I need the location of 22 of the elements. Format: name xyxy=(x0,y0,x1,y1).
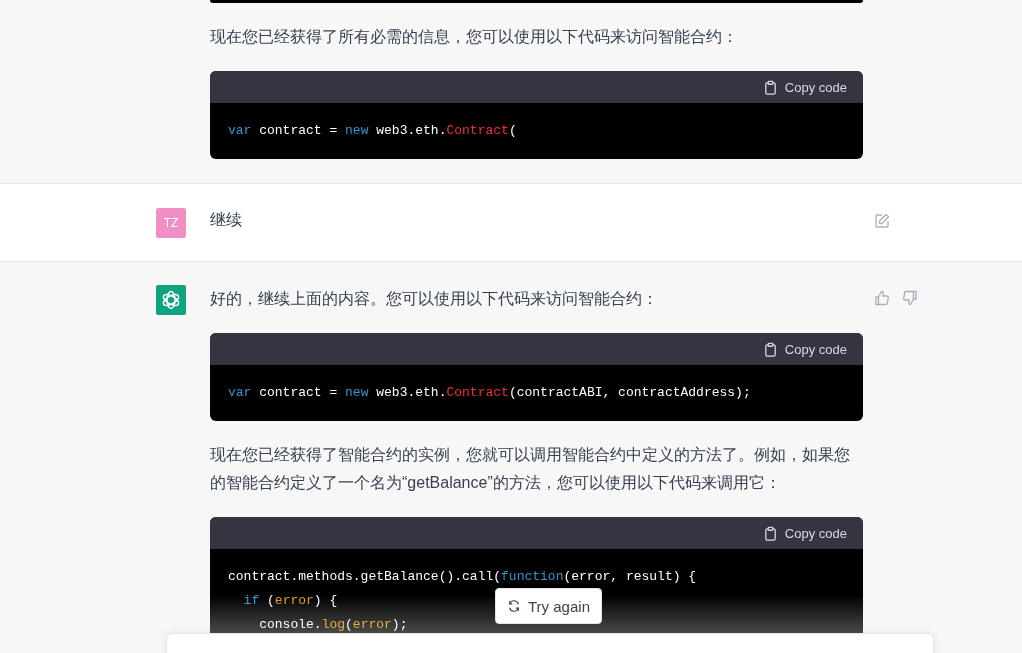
thumbs-down-icon[interactable] xyxy=(902,290,918,306)
message-text: 现在您已经获得了智能合约的实例，您就可以调用智能合约中定义的方法了。例如，如果您的智能合约定义了一个名为“getBalance”的方法，您可以使用以下代码来调用它： xyxy=(210,445,851,493)
edit-icon[interactable] xyxy=(874,213,890,229)
code-line: contract.methods.getBalance().call(function(error, result) { xyxy=(228,568,697,586)
clipboard-icon xyxy=(762,525,778,541)
code-line: if (error) { xyxy=(242,592,338,610)
refresh-icon xyxy=(507,599,521,613)
clipboard-icon xyxy=(762,341,778,357)
message-text: 好的，继续上面的内容。您可以使用以下代码来访问智能合约： xyxy=(210,289,659,309)
user-avatar: TZ xyxy=(156,208,186,238)
assistant-logo-icon xyxy=(156,285,186,315)
copy-code-button[interactable]: Copy code xyxy=(762,341,847,357)
try-again-button[interactable]: Try again xyxy=(495,588,602,624)
message-text: 继续 xyxy=(210,210,243,230)
copy-code-button[interactable]: Copy code xyxy=(762,79,847,95)
copy-code-button[interactable]: Copy code xyxy=(762,525,847,541)
clipboard-icon xyxy=(762,79,778,95)
code-line: var contract = new web3.eth.Contract( xyxy=(228,122,517,140)
code-line: console.log(error); xyxy=(258,616,408,634)
code-line: var contract = new web3.eth.Contract(contractABI, contractAddress); xyxy=(228,384,751,402)
message-text: 现在您已经获得了所有必需的信息，您可以使用以下代码来访问智能合约： xyxy=(210,27,739,47)
thumbs-up-icon[interactable] xyxy=(874,290,890,306)
